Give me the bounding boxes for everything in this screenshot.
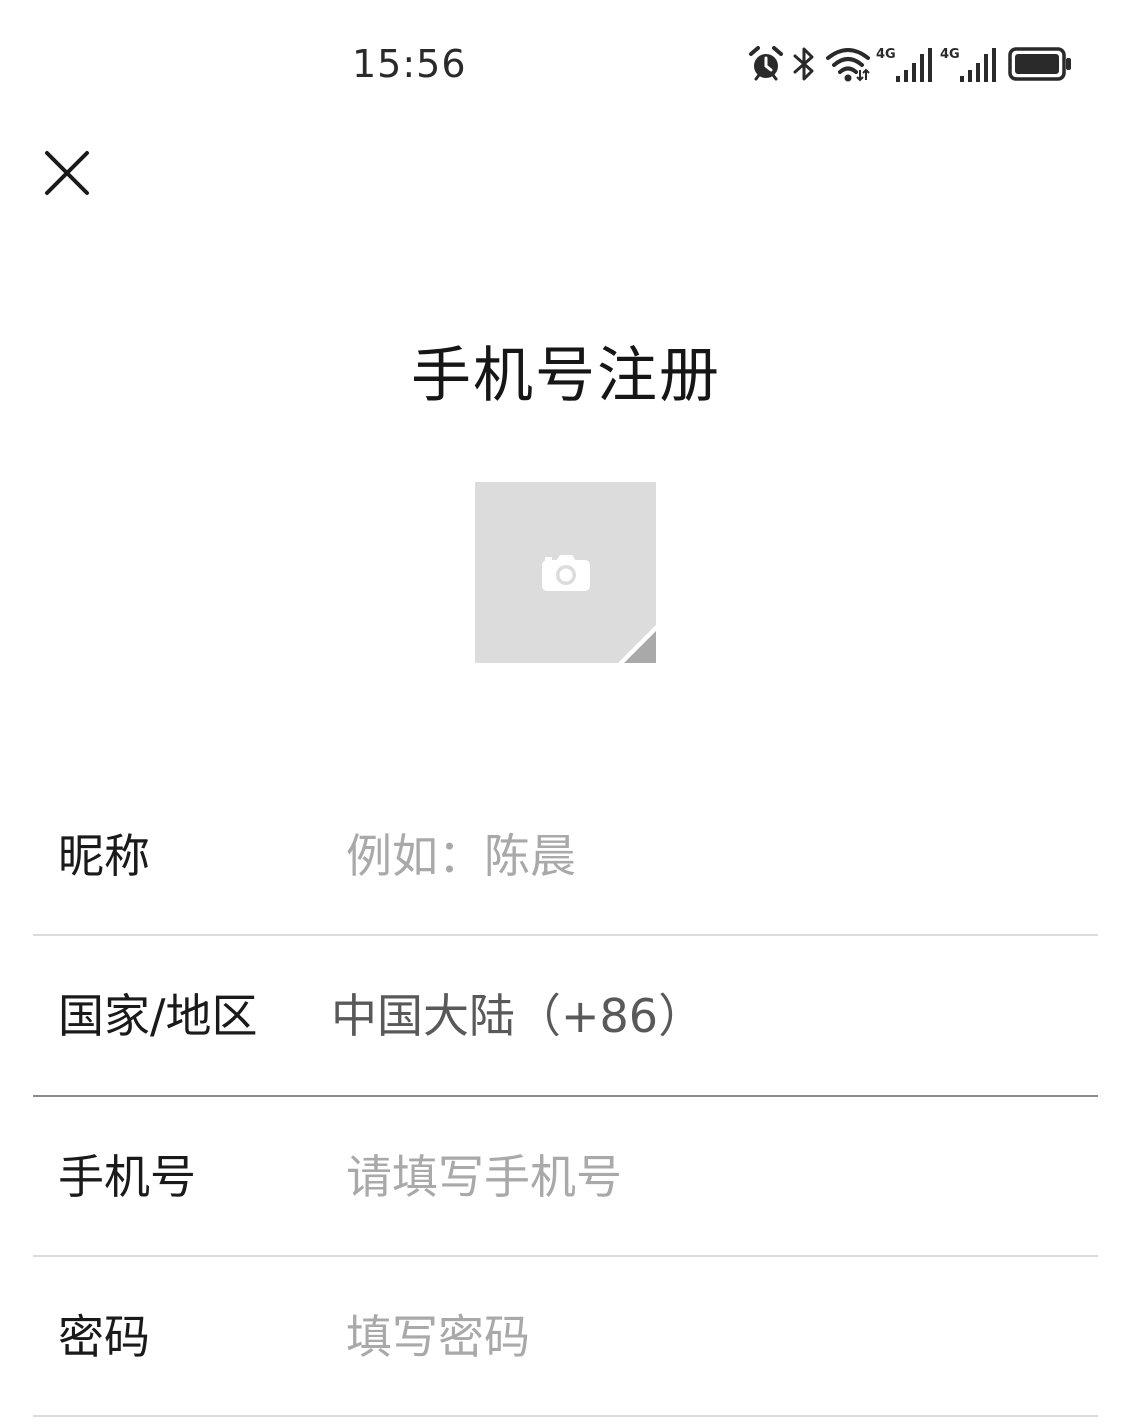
nickname-label: 昵称 — [58, 829, 150, 883]
signal-4g-icon: 4G — [876, 47, 932, 82]
nickname-input[interactable]: 例如：陈晨 — [346, 828, 576, 884]
phone-label: 手机号 — [58, 1150, 196, 1204]
bluetooth-icon — [793, 47, 814, 81]
signal-4g-icon: 4G — [940, 47, 996, 82]
nickname-row[interactable]: 昵称 例如：陈晨 — [33, 776, 1098, 936]
password-label: 密码 — [58, 1310, 150, 1364]
phone-row[interactable]: 手机号 请填写手机号 — [33, 1097, 1098, 1257]
region-select[interactable]: 中国大陆（+86） — [331, 988, 704, 1044]
battery-icon — [1008, 47, 1071, 81]
registration-form: 昵称 例如：陈晨 国家/地区 中国大陆（+86） 手机号 请填写手机号 密码 填… — [33, 776, 1098, 1417]
corner-indicator-icon — [618, 625, 656, 663]
status-time: 15:56 — [352, 42, 467, 86]
close-icon[interactable] — [40, 146, 94, 200]
status-bar: 15:56 4G 4G — [0, 0, 1132, 120]
wifi-icon — [826, 48, 870, 82]
password-row[interactable]: 密码 填写密码 — [33, 1257, 1098, 1417]
region-label: 国家/地区 — [58, 989, 258, 1043]
password-input[interactable]: 填写密码 — [346, 1309, 530, 1365]
phone-input[interactable]: 请填写手机号 — [346, 1149, 622, 1205]
network-label: 4G — [876, 47, 896, 62]
network-label: 4G — [940, 47, 960, 62]
region-row[interactable]: 国家/地区 中国大陆（+86） — [33, 936, 1098, 1097]
page-title: 手机号注册 — [411, 341, 721, 411]
camera-icon — [542, 555, 590, 591]
alarm-icon — [749, 46, 783, 81]
status-icons: 4G 4G — [748, 40, 1072, 88]
avatar-upload-button[interactable] — [475, 482, 656, 663]
